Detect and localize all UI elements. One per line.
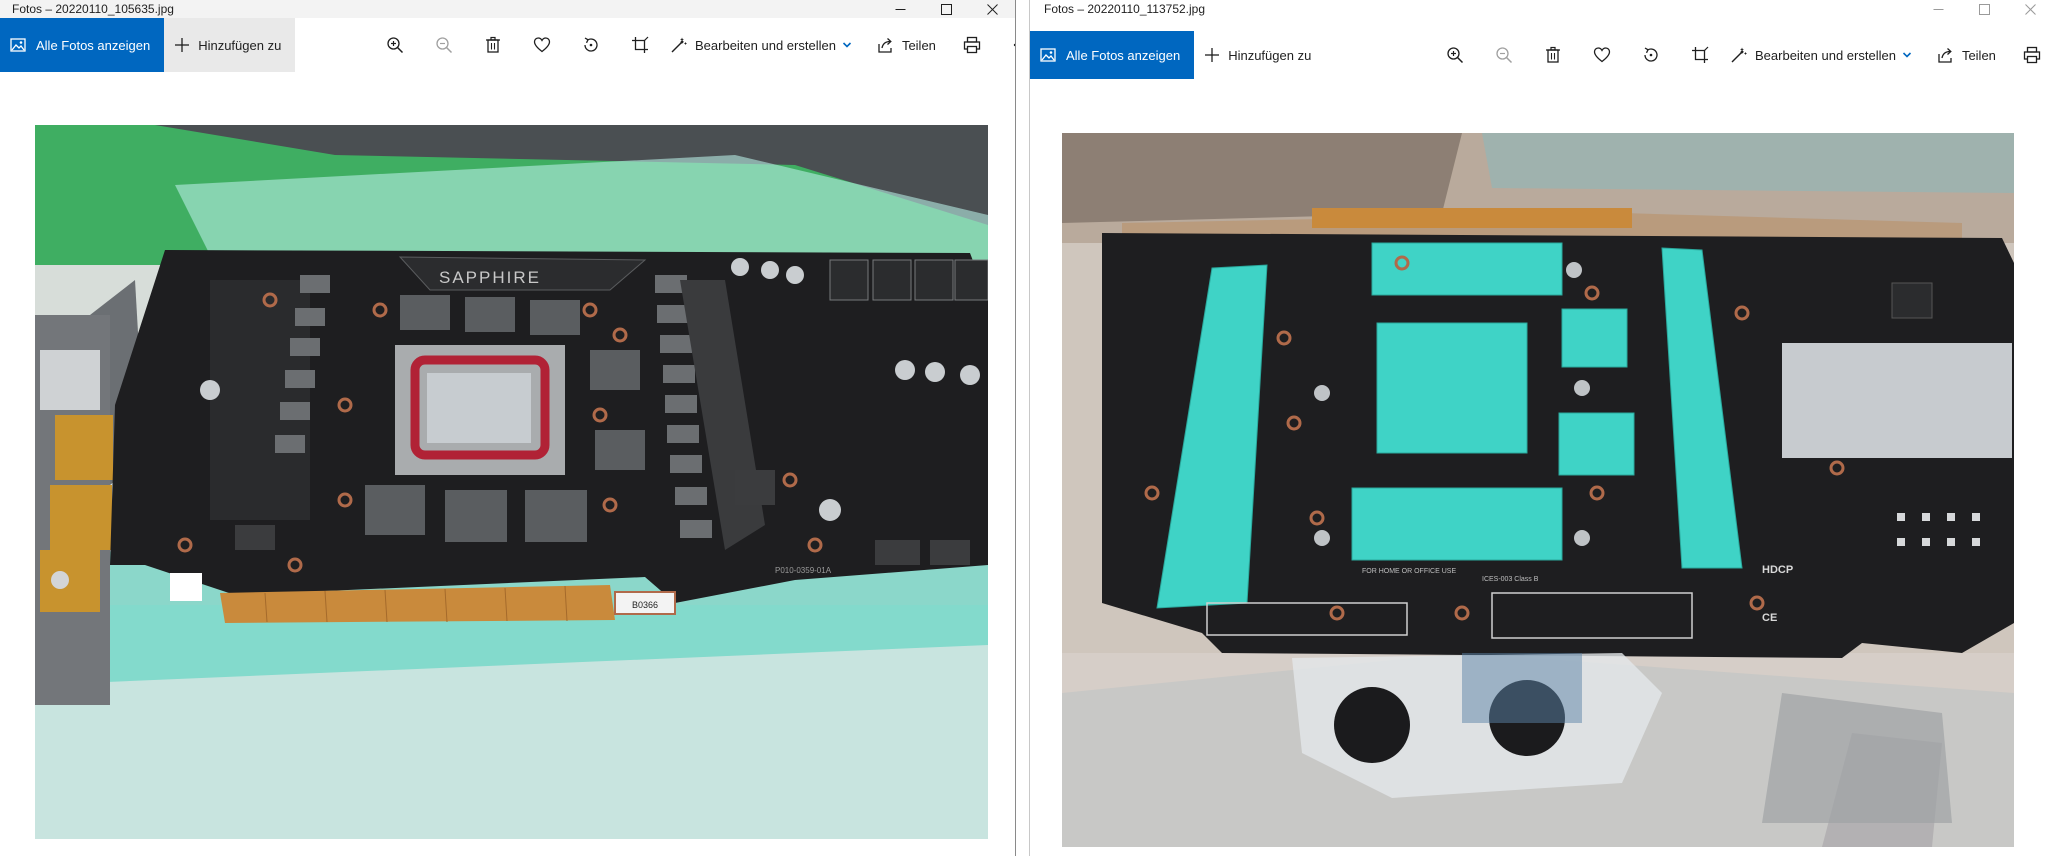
plus-icon xyxy=(1205,48,1220,62)
photo-icon xyxy=(10,38,26,52)
maximize-button[interactable] xyxy=(923,0,969,18)
share-button[interactable]: Teilen xyxy=(871,25,948,65)
share-icon xyxy=(878,38,892,53)
heart-icon xyxy=(1593,47,1610,63)
zoom-out-button[interactable] xyxy=(419,25,468,65)
photo-viewport[interactable]: SAPPHIRE B0366 P010-0359-01A xyxy=(35,125,988,839)
trash-icon xyxy=(1545,46,1560,63)
zoom-out-icon xyxy=(435,37,452,54)
add-to-button[interactable]: Hinzufügen zu xyxy=(164,18,296,72)
print-icon xyxy=(2024,46,2041,64)
sticker-print: B0366 xyxy=(632,600,658,610)
print-button[interactable] xyxy=(948,25,997,65)
trash-icon xyxy=(485,36,500,53)
photo-viewport[interactable]: FOR HOME OR OFFICE USE ICES-003 Class B … xyxy=(1062,133,2014,847)
all-photos-button[interactable]: Alle Fotos anzeigen xyxy=(1030,31,1195,79)
desktop: Fotos – 20220110_105635.jpg Alle Fotos a… xyxy=(0,0,2053,856)
photo-gpu-back: FOR HOME OR OFFICE USE ICES-003 Class B … xyxy=(1062,133,2014,847)
delete-button[interactable] xyxy=(468,25,517,65)
share-button[interactable]: Teilen xyxy=(1931,35,2008,75)
share-label: Teilen xyxy=(901,37,936,53)
title-bar[interactable]: Fotos – 20220110_105635.jpg xyxy=(0,0,1015,18)
toolbar: Alle Fotos anzeigen Hinzufügen zu Bearbe… xyxy=(1030,26,2053,84)
edit-create-label: Bearbeiten und erstellen xyxy=(695,37,836,53)
more-button[interactable] xyxy=(997,25,1015,65)
maximize-icon xyxy=(940,3,952,15)
plus-icon xyxy=(175,38,190,52)
window-gap xyxy=(1016,0,1029,856)
rotate-button[interactable] xyxy=(566,25,615,65)
close-icon xyxy=(2024,3,2036,15)
window-title: Fotos – 20220110_105635.jpg xyxy=(12,2,174,16)
zoom-in-icon xyxy=(386,37,403,54)
pcb-code-print: P010-0359-01A xyxy=(775,566,832,575)
close-icon xyxy=(986,3,998,15)
add-to-label: Hinzufügen zu xyxy=(198,37,282,53)
tool-group: Bearbeiten und erstellen Teilen xyxy=(370,18,1015,72)
favorite-button[interactable] xyxy=(517,25,566,65)
title-bar[interactable]: Fotos – 20220110_113752.jpg xyxy=(1030,0,2053,18)
add-to-label: Hinzufügen zu xyxy=(1228,47,1312,63)
all-photos-button[interactable]: Alle Fotos anzeigen xyxy=(0,18,165,72)
hdcp-print: HDCP xyxy=(1762,564,1793,576)
share-label: Teilen xyxy=(1961,47,1996,63)
maximize-button[interactable] xyxy=(1961,0,2007,18)
all-photos-label: Alle Fotos anzeigen xyxy=(36,37,151,53)
zoom-in-button[interactable] xyxy=(370,25,419,65)
close-button[interactable] xyxy=(2007,0,2053,18)
add-to-button[interactable]: Hinzufügen zu xyxy=(1194,31,1326,79)
print-icon xyxy=(964,36,981,54)
window-title: Fotos – 20220110_113752.jpg xyxy=(1044,2,1206,16)
toolbar: Alle Fotos anzeigen Hinzufügen zu Bearbe… xyxy=(0,18,1015,72)
delete-button[interactable] xyxy=(1528,35,1577,75)
fcc-print: FOR HOME OR OFFICE USE xyxy=(1362,568,1456,575)
edit-create-icon xyxy=(671,37,687,53)
zoom-in-icon xyxy=(1446,47,1463,64)
minimize-button[interactable] xyxy=(1915,0,1961,18)
minimize-icon xyxy=(895,8,905,10)
chevron-down-icon xyxy=(842,42,852,48)
maximize-icon xyxy=(1978,3,1990,15)
close-button[interactable] xyxy=(969,0,1015,18)
zoom-out-icon xyxy=(1495,47,1512,64)
minimize-button[interactable] xyxy=(877,0,923,18)
photo-gpu-front: SAPPHIRE B0366 P010-0359-01A xyxy=(35,125,988,839)
photos-window-left: Fotos – 20220110_105635.jpg Alle Fotos a… xyxy=(0,0,1016,856)
edit-create-button[interactable]: Bearbeiten und erstellen xyxy=(664,25,871,65)
zoom-in-button[interactable] xyxy=(1430,35,1479,75)
zoom-out-button[interactable] xyxy=(1479,35,1528,75)
crop-icon xyxy=(631,36,648,53)
edit-create-icon xyxy=(1731,47,1747,63)
rotate-icon xyxy=(583,37,598,52)
rotate-icon xyxy=(1643,47,1658,62)
crop-icon xyxy=(1691,46,1708,63)
share-icon xyxy=(1938,48,1952,63)
photos-window-right: Fotos – 20220110_113752.jpg Alle Fotos a… xyxy=(1029,0,2053,856)
photo-icon xyxy=(1040,48,1056,62)
all-photos-label: Alle Fotos anzeigen xyxy=(1066,47,1181,63)
chevron-down-icon xyxy=(1902,52,1912,58)
edit-create-button[interactable]: Bearbeiten und erstellen xyxy=(1724,35,1931,75)
rotate-button[interactable] xyxy=(1626,35,1675,75)
crop-button[interactable] xyxy=(615,25,664,65)
tool-group: Bearbeiten und erstellen Teilen xyxy=(1430,26,2053,84)
crop-button[interactable] xyxy=(1675,35,1724,75)
favorite-button[interactable] xyxy=(1577,35,1626,75)
ce-print: CE xyxy=(1762,612,1777,624)
print-button[interactable] xyxy=(2008,35,2053,75)
brand-print: SAPPHIRE xyxy=(439,268,541,287)
edit-create-label: Bearbeiten und erstellen xyxy=(1755,47,1896,63)
minimize-icon xyxy=(1933,8,1943,10)
ices-print: ICES-003 Class B xyxy=(1482,576,1539,583)
heart-icon xyxy=(533,37,550,53)
